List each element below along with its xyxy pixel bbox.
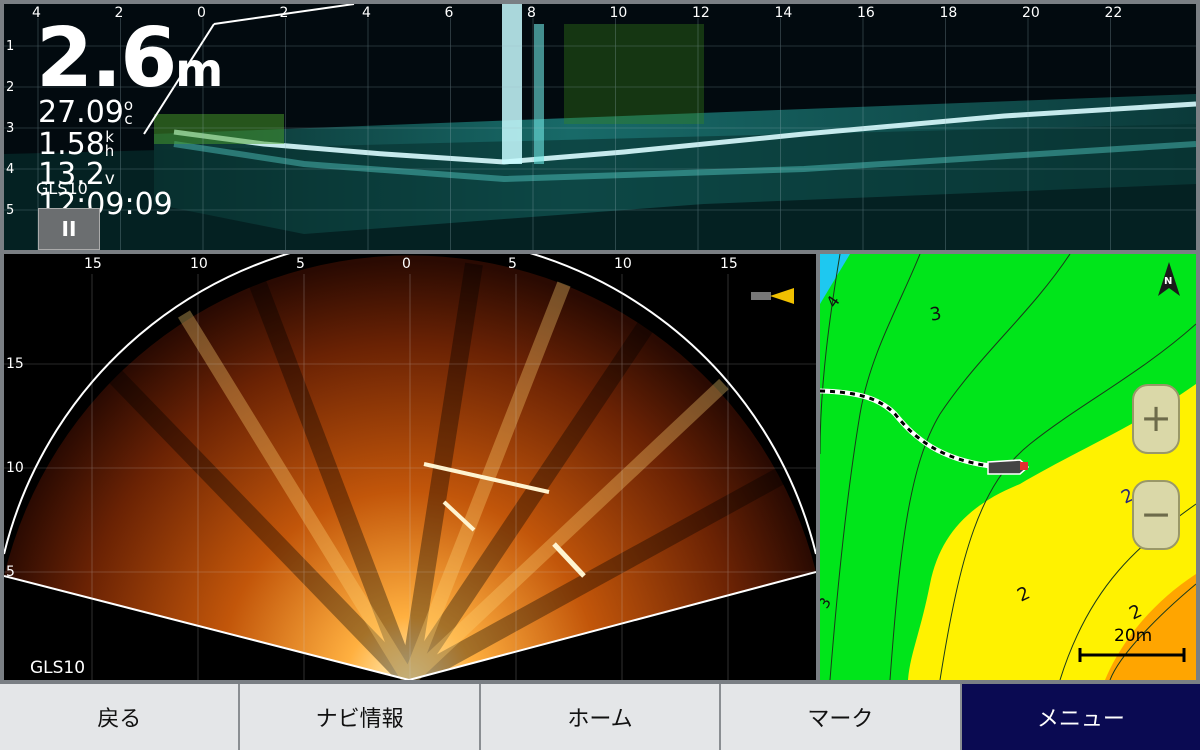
pause-button[interactable]: II — [38, 208, 100, 250]
downscan-sonar-panel[interactable]: 4 2 0 2 4 6 8 10 12 14 16 18 20 22 12345 2.6m 27.09o c… — [4, 4, 1196, 250]
fan-range-label: 5 — [296, 256, 305, 272]
fan-depth-label: 10 — [6, 460, 24, 476]
navi-info-button[interactable]: ナビ情報 — [240, 684, 479, 750]
top-depth-label: 4 — [6, 162, 15, 177]
scale-bar — [1078, 648, 1186, 662]
top-range-label: 2 — [279, 5, 289, 21]
top-range-label: 6 — [444, 5, 454, 21]
speed-readout: 1.58k h — [38, 130, 114, 160]
fan-range-label: 10 — [614, 256, 632, 272]
top-range-label: 18 — [939, 5, 958, 21]
temperature-unit-bottom: c — [124, 110, 133, 128]
zoom-in-button[interactable]: + — [1132, 384, 1180, 454]
top-range-label: 8 — [527, 5, 536, 21]
home-button[interactable]: ホーム — [480, 684, 720, 750]
depth-value: 2.6 — [36, 11, 177, 106]
voltage-unit: v — [104, 169, 115, 189]
zoom-out-button[interactable]: − — [1132, 480, 1180, 550]
fan-source-label: GLS10 — [30, 658, 86, 678]
speed-unit-bottom: h — [104, 142, 115, 160]
chart-map-panel[interactable]: N 4 3 2 2 2 3 + − 20m — [820, 254, 1196, 680]
top-range-label: 20 — [1022, 5, 1040, 21]
top-range-label: 12 — [692, 5, 710, 21]
top-range-label: 4 — [362, 5, 371, 21]
transducer-icon — [751, 288, 794, 304]
top-depth-label: 3 — [6, 121, 15, 136]
livescope-fan-panel[interactable]: 15 10 5 0 5 10 15 15 10 5 GLS10 — [4, 254, 816, 680]
depth-unit: m — [175, 43, 224, 97]
fan-range-label: 5 — [508, 256, 517, 272]
fan-sonar-image — [4, 254, 816, 680]
sonar-source-label: GLS10 — [36, 179, 88, 198]
water-temperature-readout: 27.09o c — [38, 98, 133, 128]
fan-depth-label: 5 — [6, 564, 15, 580]
fan-range-label: 15 — [84, 256, 102, 272]
top-range-label: 22 — [1104, 5, 1123, 21]
top-depth-label: 1 — [6, 39, 15, 54]
fan-range-label: 10 — [190, 256, 208, 272]
top-depth-label: 2 — [6, 80, 15, 95]
north-label: N — [1164, 276, 1173, 287]
fan-range-label: 15 — [720, 256, 738, 272]
back-button[interactable]: 戻る — [0, 684, 239, 750]
top-range-label: 16 — [857, 5, 875, 21]
fan-range-label: 0 — [402, 256, 411, 272]
temperature-value: 27.09 — [38, 95, 124, 130]
scale-bar-label: 20m — [1114, 626, 1153, 646]
top-depth-label: 5 — [6, 203, 15, 218]
bottom-button-bar: 戻る ナビ情報 ホーム マーク メニュー — [0, 684, 1200, 750]
menu-button[interactable]: メニュー — [961, 684, 1200, 750]
boat-icon — [987, 459, 1030, 475]
mark-button[interactable]: マーク — [721, 684, 960, 750]
fan-depth-label: 15 — [6, 356, 24, 372]
top-range-label: 10 — [609, 5, 628, 21]
top-range-label: 14 — [774, 5, 793, 21]
